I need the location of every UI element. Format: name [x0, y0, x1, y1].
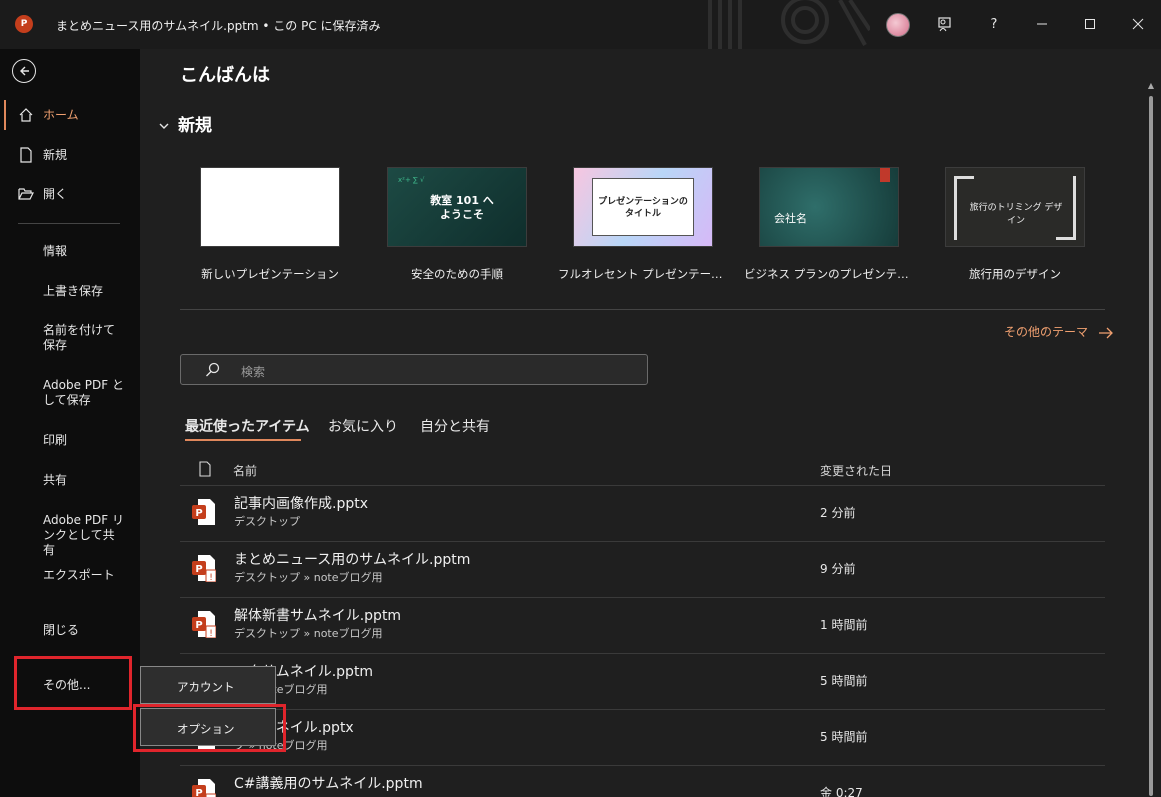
template-thumbnail [200, 167, 340, 247]
menu-item-label: アカウント [177, 680, 235, 694]
file-modified: 5 時間前 [820, 730, 868, 744]
highlight-box-more [14, 656, 132, 710]
file-type-icon [199, 461, 211, 477]
file-modified: 1 時間前 [820, 618, 868, 632]
file-name: C#講義用のサムネイル.pptm [234, 776, 423, 792]
template-thumbnail: 旅行のトリミング デザイン [945, 167, 1085, 247]
highlight-box-options [133, 704, 286, 752]
file-path: デスクトップ [234, 515, 300, 528]
tab-shared[interactable]: 自分と共有 [420, 416, 490, 436]
svg-text:P: P [195, 620, 202, 631]
template-caption: 旅行用のデザイン [969, 267, 1061, 281]
template-thumbnail: プレゼンテーションの タイトル [573, 167, 713, 247]
template-travel[interactable]: 旅行のトリミング デザイン 旅行用のデザイン [945, 167, 1085, 281]
template-thumb-text: 会社名 [774, 212, 807, 225]
file-path: デスクトップ » noteブログ用 [234, 571, 383, 584]
more-themes-label: その他のテーマ [1004, 325, 1089, 339]
template-safety[interactable]: 教室 101 へ ようこそ x²+ ∑ √ 安全のための手順 [387, 167, 527, 281]
title-bar-decoration [708, 0, 870, 49]
column-modified[interactable]: 変更された日 [820, 462, 892, 479]
file-row[interactable]: P! 解体新書サムネイル.pptm デスクトップ » noteブログ用 1 時間前 [180, 598, 1105, 654]
file-name: まとめニュース用のサムネイル.pptm [234, 552, 471, 568]
nav-item-save-as-pdf[interactable]: Adobe PDF として保存 [43, 378, 125, 408]
maximize-icon[interactable] [1078, 12, 1102, 36]
file-modified: 5 時間前 [820, 674, 868, 688]
back-arrow-icon[interactable] [12, 59, 36, 83]
svg-text:P: P [195, 564, 202, 575]
template-fluorescent[interactable]: プレゼンテーションの タイトル フルオレセント プレゼンテーション [558, 167, 728, 281]
file-modified: 9 分前 [820, 562, 856, 576]
nav-item-save[interactable]: 上書き保存 [43, 284, 133, 299]
scroll-up-arrow-icon[interactable]: ▲ [1145, 81, 1157, 91]
file-row[interactable]: P書サムネイル.pptxプ » noteブログ用5 時間前 [180, 710, 1105, 766]
pptx-file-icon: P! [192, 555, 216, 582]
nav-item-save-as[interactable]: 名前を付けて保存 [43, 323, 125, 353]
new-section-title: 新規 [178, 116, 212, 136]
title-bar: P まとめニュース用のサムネイル.pptm • この PC に保存済み ? [0, 0, 1161, 49]
template-thumb-text: プレゼンテーションの タイトル [598, 197, 688, 219]
svg-text:!: ! [209, 629, 213, 638]
pptx-file-icon: P! [192, 779, 216, 797]
template-business-plan[interactable]: 会社名 ビジネス プランのプレゼンテーシ… [744, 167, 914, 281]
search-box[interactable]: 検索 [180, 354, 648, 385]
new-file-icon [20, 147, 32, 163]
template-caption: 新しいプレゼンテーション [201, 267, 339, 281]
nav-item-info[interactable]: 情報 [43, 244, 133, 259]
column-name[interactable]: 名前 [233, 462, 257, 479]
pptx-file-icon: P! [192, 611, 216, 638]
template-thumbnail: 教室 101 へ ようこそ x²+ ∑ √ [387, 167, 527, 247]
chevron-down-icon [159, 123, 169, 129]
close-icon[interactable] [1126, 12, 1150, 36]
search-icon [206, 362, 220, 377]
svg-text:P: P [195, 508, 202, 519]
file-row[interactable]: P!ックサムネイル.pptmプ » noteブログ用5 時間前 [180, 654, 1105, 710]
pptx-file-icon: P [192, 499, 215, 525]
scrollbar[interactable] [1149, 96, 1153, 796]
feedback-icon[interactable] [933, 12, 957, 36]
template-blank[interactable]: 新しいプレゼンテーション [200, 167, 340, 281]
nav-item-share[interactable]: 共有 [43, 473, 133, 488]
template-thumbnail: 会社名 [759, 167, 899, 247]
file-row[interactable]: P! まとめニュース用のサムネイル.pptm デスクトップ » noteブログ用 9 … [180, 542, 1105, 598]
nav-item-print[interactable]: 印刷 [43, 433, 133, 448]
nav-divider [18, 223, 120, 224]
more-themes-link[interactable]: その他のテーマ [1004, 323, 1114, 340]
file-name: 記事内画像作成.pptx [234, 496, 368, 512]
backstage-main: こんばんは 新規 新しいプレゼンテーション 教室 101 へ ようこそ x²+ … [140, 49, 1161, 797]
new-section-toggle[interactable]: 新規 [158, 111, 212, 136]
greeting-heading: こんばんは [180, 65, 270, 86]
file-name: 解体新書サムネイル.pptm [234, 608, 402, 624]
template-caption: フルオレセント プレゼンテーション [558, 267, 728, 281]
file-row[interactable]: P! C#講義用のサムネイル.pptm 金 0:27 [180, 766, 1105, 797]
file-modified: 2 分前 [820, 506, 856, 520]
template-caption: 安全のための手順 [411, 267, 503, 281]
home-icon [19, 108, 33, 122]
file-row[interactable]: P 記事内画像作成.pptx デスクトップ 2 分前 [180, 486, 1105, 542]
document-title[interactable]: まとめニュース用のサムネイル.pptm • この PC に保存済み [56, 17, 381, 34]
section-divider [180, 309, 1105, 310]
user-avatar[interactable] [886, 13, 910, 37]
search-placeholder: 検索 [241, 365, 266, 379]
arrow-right-icon [1098, 327, 1113, 338]
powerpoint-logo-icon: P [15, 15, 33, 33]
active-indicator [4, 100, 6, 130]
svg-text:!: ! [209, 573, 213, 582]
nav-item-close[interactable]: 閉じる [43, 623, 133, 638]
file-path: デスクトップ » noteブログ用 [234, 627, 383, 640]
tab-recent[interactable]: 最近使ったアイテム [185, 416, 310, 436]
template-thumb-text: 旅行のトリミング デザイン [969, 203, 1063, 226]
minimize-icon[interactable] [1030, 12, 1054, 36]
template-caption: ビジネス プランのプレゼンテーシ… [744, 267, 914, 281]
template-thumb-text: 教室 101 へ ようこそ [430, 194, 494, 221]
menu-item-account[interactable]: アカウント [140, 666, 276, 704]
help-icon[interactable]: ? [982, 12, 1006, 36]
tab-active-underline [185, 439, 301, 441]
folder-open-icon [18, 188, 34, 200]
file-modified: 金 0:27 [820, 786, 863, 797]
svg-text:P: P [195, 788, 202, 797]
tab-favorites[interactable]: お気に入り [328, 416, 398, 436]
nav-item-export[interactable]: エクスポート [43, 568, 133, 583]
nav-item-share-pdf-link[interactable]: Adobe PDF リンクとして共有 [43, 513, 125, 558]
